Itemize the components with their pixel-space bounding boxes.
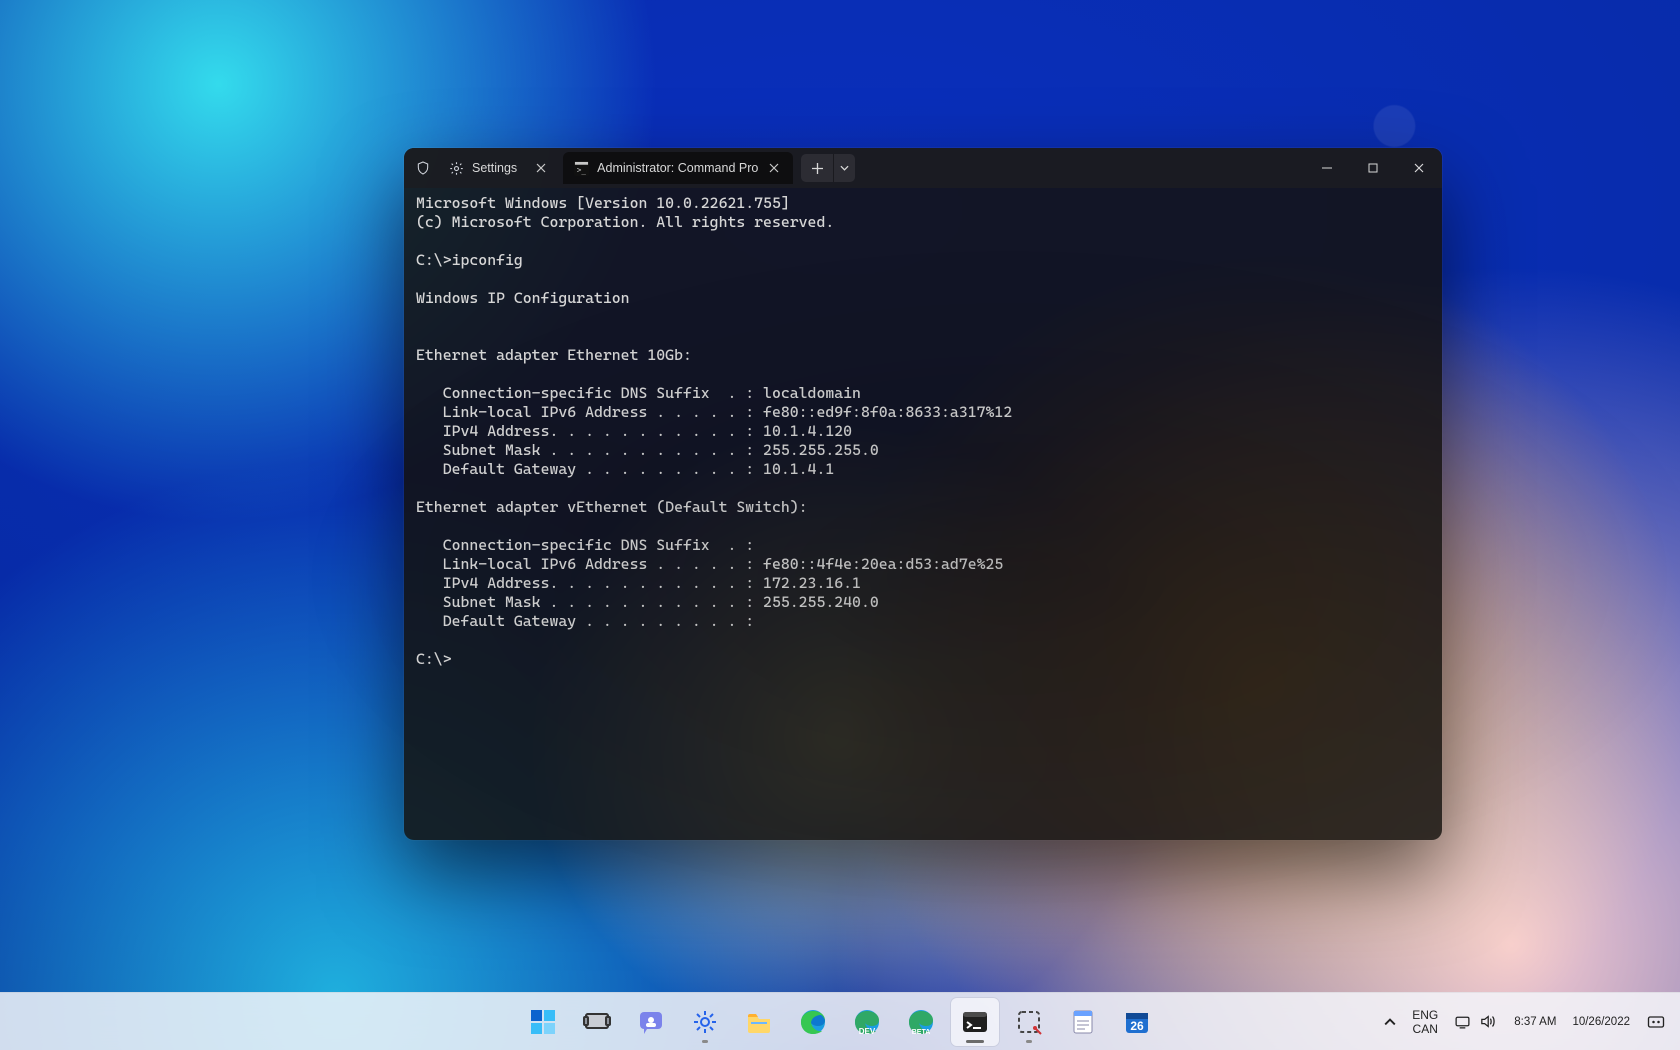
close-button[interactable]: [1396, 148, 1442, 188]
taskbar-edge-dev[interactable]: DEV: [843, 998, 891, 1046]
tab-command-prompt[interactable]: >_ Administrator: Command Pro: [563, 152, 793, 184]
new-tab-button[interactable]: [801, 154, 833, 182]
tab-settings[interactable]: Settings: [438, 152, 559, 184]
ime-region: CAN: [1413, 1022, 1438, 1036]
network-icon: [1454, 1013, 1471, 1030]
taskbar: DEV BETA 26 ENG CAN 8:37 AM 10/26/2022: [0, 992, 1680, 1050]
taskbar-taskview[interactable]: [573, 998, 621, 1046]
taskbar-terminal[interactable]: [951, 998, 999, 1046]
svg-text:>_: >_: [576, 165, 586, 174]
clock-button[interactable]: 8:37 AM 10/26/2022: [1506, 998, 1638, 1046]
taskbar-chat[interactable]: [627, 998, 675, 1046]
clock-date: 10/26/2022: [1572, 1015, 1630, 1029]
window-controls: [1304, 148, 1442, 188]
taskbar-settings[interactable]: [681, 998, 729, 1046]
taskbar-edge-beta[interactable]: BETA: [897, 998, 945, 1046]
taskbar-calendar[interactable]: 26: [1113, 998, 1161, 1046]
shield-icon: [414, 159, 432, 177]
taskbar-notepad[interactable]: [1059, 998, 1107, 1046]
volume-icon: [1479, 1013, 1496, 1030]
clock-time: 8:37 AM: [1514, 1015, 1556, 1029]
maximize-button[interactable]: [1350, 148, 1396, 188]
quick-settings-button[interactable]: [1446, 998, 1504, 1046]
taskbar-snip[interactable]: [1005, 998, 1053, 1046]
tab-close-button[interactable]: [766, 160, 782, 176]
cmd-icon: >_: [573, 160, 589, 176]
terminal-window: Settings >_ Administrator: Command Pro: [404, 148, 1442, 840]
system-tray: ENG CAN 8:37 AM 10/26/2022: [1376, 998, 1680, 1046]
ime-button[interactable]: ENG CAN: [1406, 998, 1444, 1046]
taskbar-explorer[interactable]: [735, 998, 783, 1046]
tab-label: Administrator: Command Pro: [597, 161, 758, 175]
titlebar[interactable]: Settings >_ Administrator: Command Pro: [404, 148, 1442, 188]
taskbar-start[interactable]: [519, 998, 567, 1046]
tab-close-button[interactable]: [533, 160, 549, 176]
svg-text:26: 26: [1130, 1019, 1144, 1033]
taskbar-center: DEV BETA 26: [519, 998, 1161, 1046]
new-tab-dropdown[interactable]: [833, 154, 855, 182]
ime-lang: ENG: [1412, 1008, 1438, 1022]
tray-overflow-button[interactable]: [1376, 998, 1404, 1046]
terminal-output[interactable]: Microsoft Windows [Version 10.0.22621.75…: [404, 188, 1442, 840]
copilot-button[interactable]: [1640, 998, 1672, 1046]
minimize-button[interactable]: [1304, 148, 1350, 188]
svg-text:BETA: BETA: [912, 1029, 931, 1036]
tab-label: Settings: [472, 161, 517, 175]
gear-icon: [448, 160, 464, 176]
taskbar-edge[interactable]: [789, 998, 837, 1046]
svg-text:DEV: DEV: [859, 1027, 876, 1036]
